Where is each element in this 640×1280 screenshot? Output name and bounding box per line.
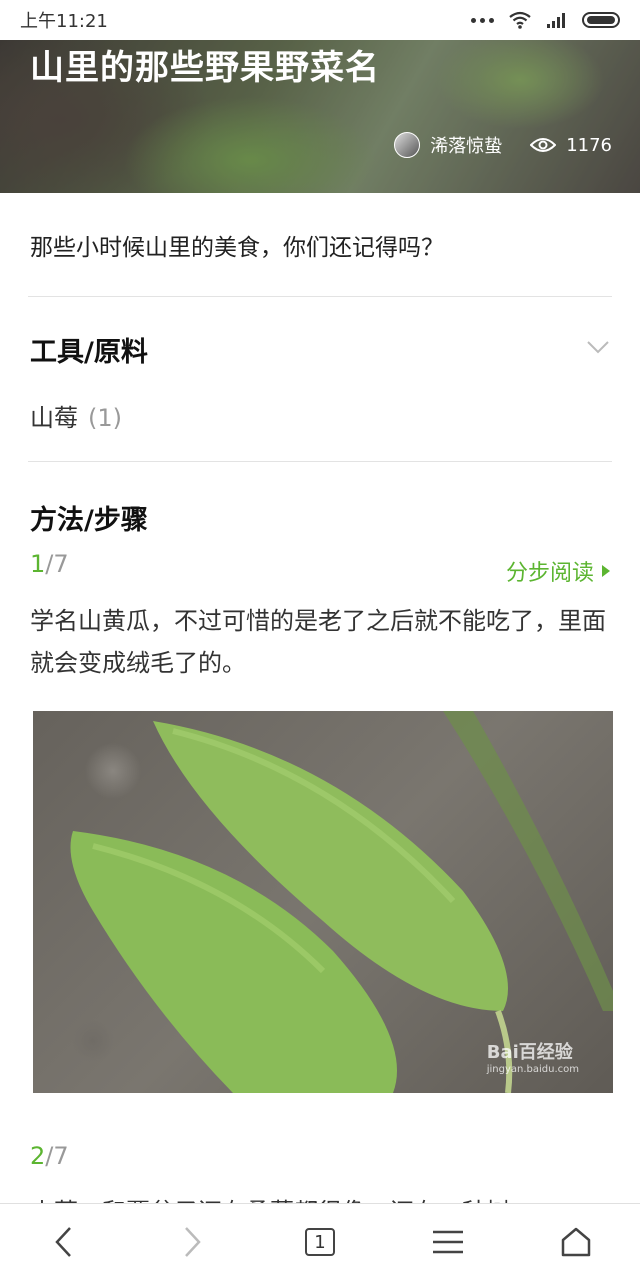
step-current: 1 — [30, 550, 46, 578]
menu-button[interactable] — [418, 1212, 478, 1272]
article-hero: 山里的那些野果野菜名 浠落惊蛰 1176 — [0, 40, 640, 193]
step-image[interactable]: Bai百经验 jingyan.baidu.com — [33, 711, 613, 1093]
view-count: 1176 — [566, 134, 612, 156]
forward-button[interactable] — [162, 1212, 222, 1272]
menu-icon — [433, 1230, 463, 1254]
step-read-label: 分步阅读 — [505, 561, 594, 586]
chevron-down-icon[interactable] — [586, 340, 610, 354]
home-icon — [561, 1227, 591, 1257]
step-number: 1/7 — [30, 550, 69, 578]
article-meta: 浠落惊蛰 1176 — [394, 132, 612, 158]
status-icons — [471, 11, 620, 29]
back-button[interactable] — [34, 1212, 94, 1272]
bottom-nav: 1 — [0, 1203, 640, 1280]
tool-item: 山莓 (1) — [30, 398, 122, 433]
home-button[interactable] — [546, 1212, 606, 1272]
article-title: 山里的那些野果野菜名 — [30, 48, 380, 88]
status-time: 上午11:21 — [20, 11, 108, 32]
step-total: /7 — [45, 550, 69, 578]
eye-icon — [530, 138, 557, 152]
author-name[interactable]: 浠落惊蛰 — [430, 132, 502, 158]
step-text: 学名山黄瓜，不过可惜的是老了之后就不能吃了，里面就会变成绒毛了的。 — [30, 607, 606, 677]
step-current: 2 — [30, 1142, 46, 1170]
forward-icon — [185, 1227, 201, 1257]
tools-heading[interactable]: 工具/原料 — [30, 330, 148, 369]
divider — [28, 296, 612, 297]
image-watermark: Bai百经验 jingyan.baidu.com — [486, 1042, 579, 1075]
tabs-button[interactable]: 1 — [290, 1212, 350, 1272]
steps-heading: 方法/步骤 — [30, 505, 148, 536]
tool-name: 山莓 — [30, 404, 78, 432]
tabs-icon: 1 — [305, 1228, 335, 1256]
fruit-illustration — [70, 711, 613, 1093]
status-bar: 上午11:21 — [0, 0, 640, 40]
wifi-icon — [509, 11, 531, 29]
play-triangle-icon — [602, 565, 610, 577]
article-intro: 那些小时候山里的美食，你们还记得吗？ — [30, 235, 444, 261]
battery-icon — [582, 12, 620, 28]
step-total: /7 — [45, 1142, 69, 1170]
more-dots-icon — [471, 17, 494, 23]
tool-count: (1) — [88, 404, 122, 432]
step-number: 2/7 — [30, 1142, 69, 1170]
tab-count: 1 — [314, 1231, 326, 1253]
signal-icon — [547, 13, 565, 28]
divider — [28, 461, 612, 462]
step-read-button[interactable]: 分步阅读 — [506, 555, 610, 587]
author-avatar[interactable] — [394, 132, 421, 158]
back-icon — [55, 1227, 71, 1257]
